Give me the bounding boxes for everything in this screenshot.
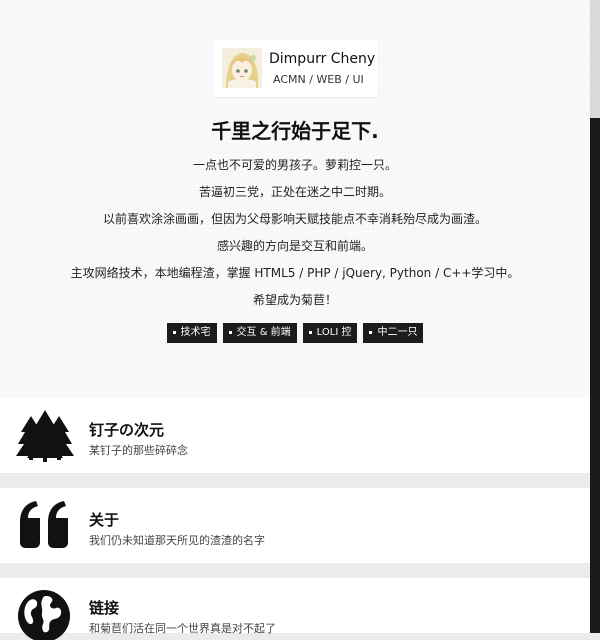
profile-role: ACMN / WEB / UI bbox=[273, 73, 364, 86]
page-title: 千里之行始于足下. bbox=[211, 119, 379, 143]
globe-icon bbox=[18, 590, 70, 640]
tag-label: LOLI 控 bbox=[316, 327, 352, 338]
quote-icon bbox=[20, 501, 68, 548]
tag-list: 技术宅 交互 & 前端 LOLI 控 中二一只 bbox=[0, 323, 590, 343]
bullet-icon bbox=[172, 330, 176, 334]
tag-label: 技术宅 bbox=[180, 327, 211, 338]
tag[interactable]: 中二一只 bbox=[363, 323, 424, 343]
tag[interactable]: LOLI 控 bbox=[302, 323, 358, 343]
avatar-image bbox=[222, 48, 262, 88]
tag[interactable]: 技术宅 bbox=[166, 323, 217, 343]
bio-line: 主攻网络技术，本地编程渣，掌握 HTML5 / PHP / jQuery, Py… bbox=[70, 266, 520, 280]
tag[interactable]: 交互 & 前端 bbox=[222, 323, 297, 343]
profile-card[interactable]: Dimpurr Cheny ACMN / WEB / UI bbox=[213, 40, 378, 97]
bio-line: 感兴趣的方向是交互和前端。 bbox=[216, 239, 373, 253]
section-subtitle: 我们仍未知道那天所见的渣渣的名字 bbox=[89, 534, 265, 547]
bio-line: 希望成为菊苣！ bbox=[252, 293, 337, 307]
section-about[interactable]: 关于 我们仍未知道那天所见的渣渣的名字 bbox=[0, 488, 590, 563]
bullet-icon bbox=[228, 330, 232, 334]
section-links[interactable]: 链接 和菊苣们活在同一个世界真是对不起了 bbox=[0, 578, 590, 640]
section-title: 钉子の次元 bbox=[89, 421, 165, 439]
scrollbar-thumb[interactable] bbox=[590, 118, 600, 633]
section-title: 关于 bbox=[89, 511, 120, 529]
bio-line: 苦逼初三党，正处在迷之中二时期。 bbox=[198, 185, 391, 199]
bullet-icon bbox=[308, 330, 312, 334]
bio-line: 以前喜欢涂涂画画，但因为父母影响天赋技能点不幸消耗殆尽成为画渣。 bbox=[102, 212, 487, 226]
trees-icon bbox=[16, 410, 74, 462]
section-blog[interactable]: 钉子の次元 某钉子的那些碎碎念 bbox=[0, 398, 590, 473]
avatar[interactable] bbox=[222, 48, 262, 88]
bullet-icon bbox=[369, 330, 373, 334]
tag-label: 交互 & 前端 bbox=[236, 327, 291, 338]
section-title: 链接 bbox=[89, 599, 120, 617]
profile-name: Dimpurr Cheny bbox=[269, 51, 376, 67]
bio-line: 一点也不可爱的男孩子。萝莉控一只。 bbox=[192, 158, 397, 172]
section-subtitle: 和菊苣们活在同一个世界真是对不起了 bbox=[89, 622, 276, 635]
tag-label: 中二一只 bbox=[377, 327, 418, 338]
section-subtitle: 某钉子的那些碎碎念 bbox=[89, 444, 188, 457]
hero: Dimpurr Cheny ACMN / WEB / UI 千里之行始于足下. … bbox=[0, 0, 590, 398]
